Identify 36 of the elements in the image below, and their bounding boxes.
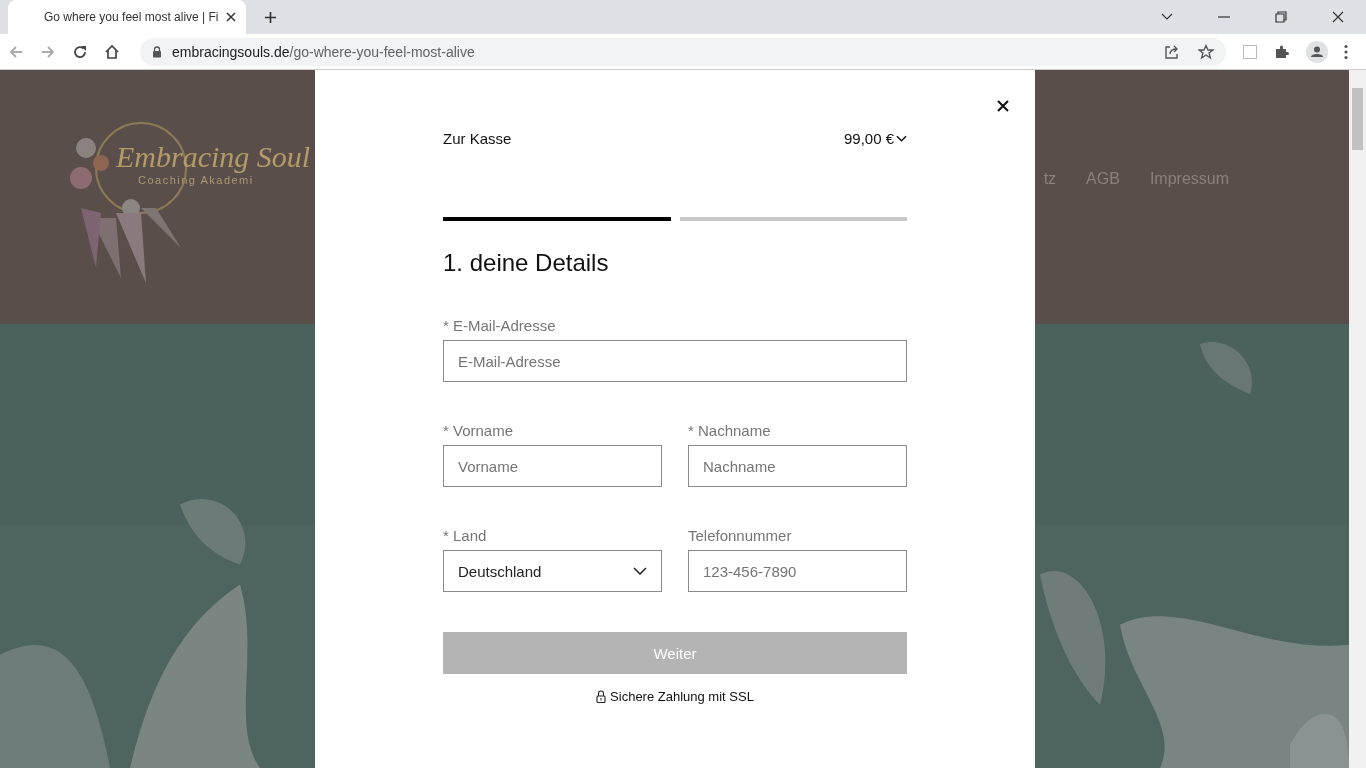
- logo-tagline: Coaching Akademi: [138, 174, 255, 186]
- menu-icon[interactable]: [1344, 43, 1348, 60]
- scrollbar[interactable]: [1349, 70, 1366, 768]
- reload-icon[interactable]: [72, 43, 88, 60]
- checkout-title: Zur Kasse: [443, 130, 512, 147]
- close-icon[interactable]: [226, 12, 236, 22]
- input-field[interactable]: Vorname: [443, 445, 662, 487]
- chevron-down-icon: [896, 134, 907, 143]
- lock-icon: [596, 690, 607, 703]
- field-label: Telefonnummer: [688, 527, 793, 544]
- country-select[interactable]: Deutschland: [443, 550, 662, 592]
- scrollbar-thumb[interactable]: [1352, 88, 1363, 150]
- secure-payment-note: Sichere Zahlung mit SSL: [610, 689, 754, 704]
- step-heading: 1. deine Details: [443, 249, 610, 277]
- field-label: * Land: [443, 527, 488, 544]
- chevron-down-icon: [633, 567, 647, 575]
- input-field[interactable]: E-Mail-Adresse: [443, 340, 907, 382]
- input-field[interactable]: 123-456-7890: [688, 550, 907, 592]
- field-label: * Nachname: [688, 422, 772, 439]
- input-field[interactable]: Nachname: [688, 445, 907, 487]
- price-toggle[interactable]: 99,00 €: [843, 130, 907, 147]
- star-icon[interactable]: [1198, 43, 1214, 60]
- close-icon[interactable]: [997, 100, 1009, 112]
- share-icon[interactable]: [1164, 43, 1180, 60]
- puzzle-icon[interactable]: [1274, 43, 1290, 60]
- profile-icon[interactable]: [1306, 40, 1328, 63]
- address-bar[interactable]: embracingsouls.de/go-where-you-feel-most-alive: [140, 37, 1226, 66]
- home-icon[interactable]: [104, 43, 120, 60]
- restore-icon[interactable]: [1275, 11, 1287, 23]
- lock-icon[interactable]: [152, 45, 162, 58]
- logo-text: Embracing Soul: [116, 140, 311, 174]
- field-label: * E-Mail-Adresse: [443, 317, 557, 334]
- new-tab-icon[interactable]: [264, 11, 277, 24]
- browser-tab[interactable]: Go where you feel most alive | Fi: [8, 0, 246, 34]
- field-label: * Vorname: [443, 422, 515, 439]
- close-icon[interactable]: [1332, 11, 1344, 23]
